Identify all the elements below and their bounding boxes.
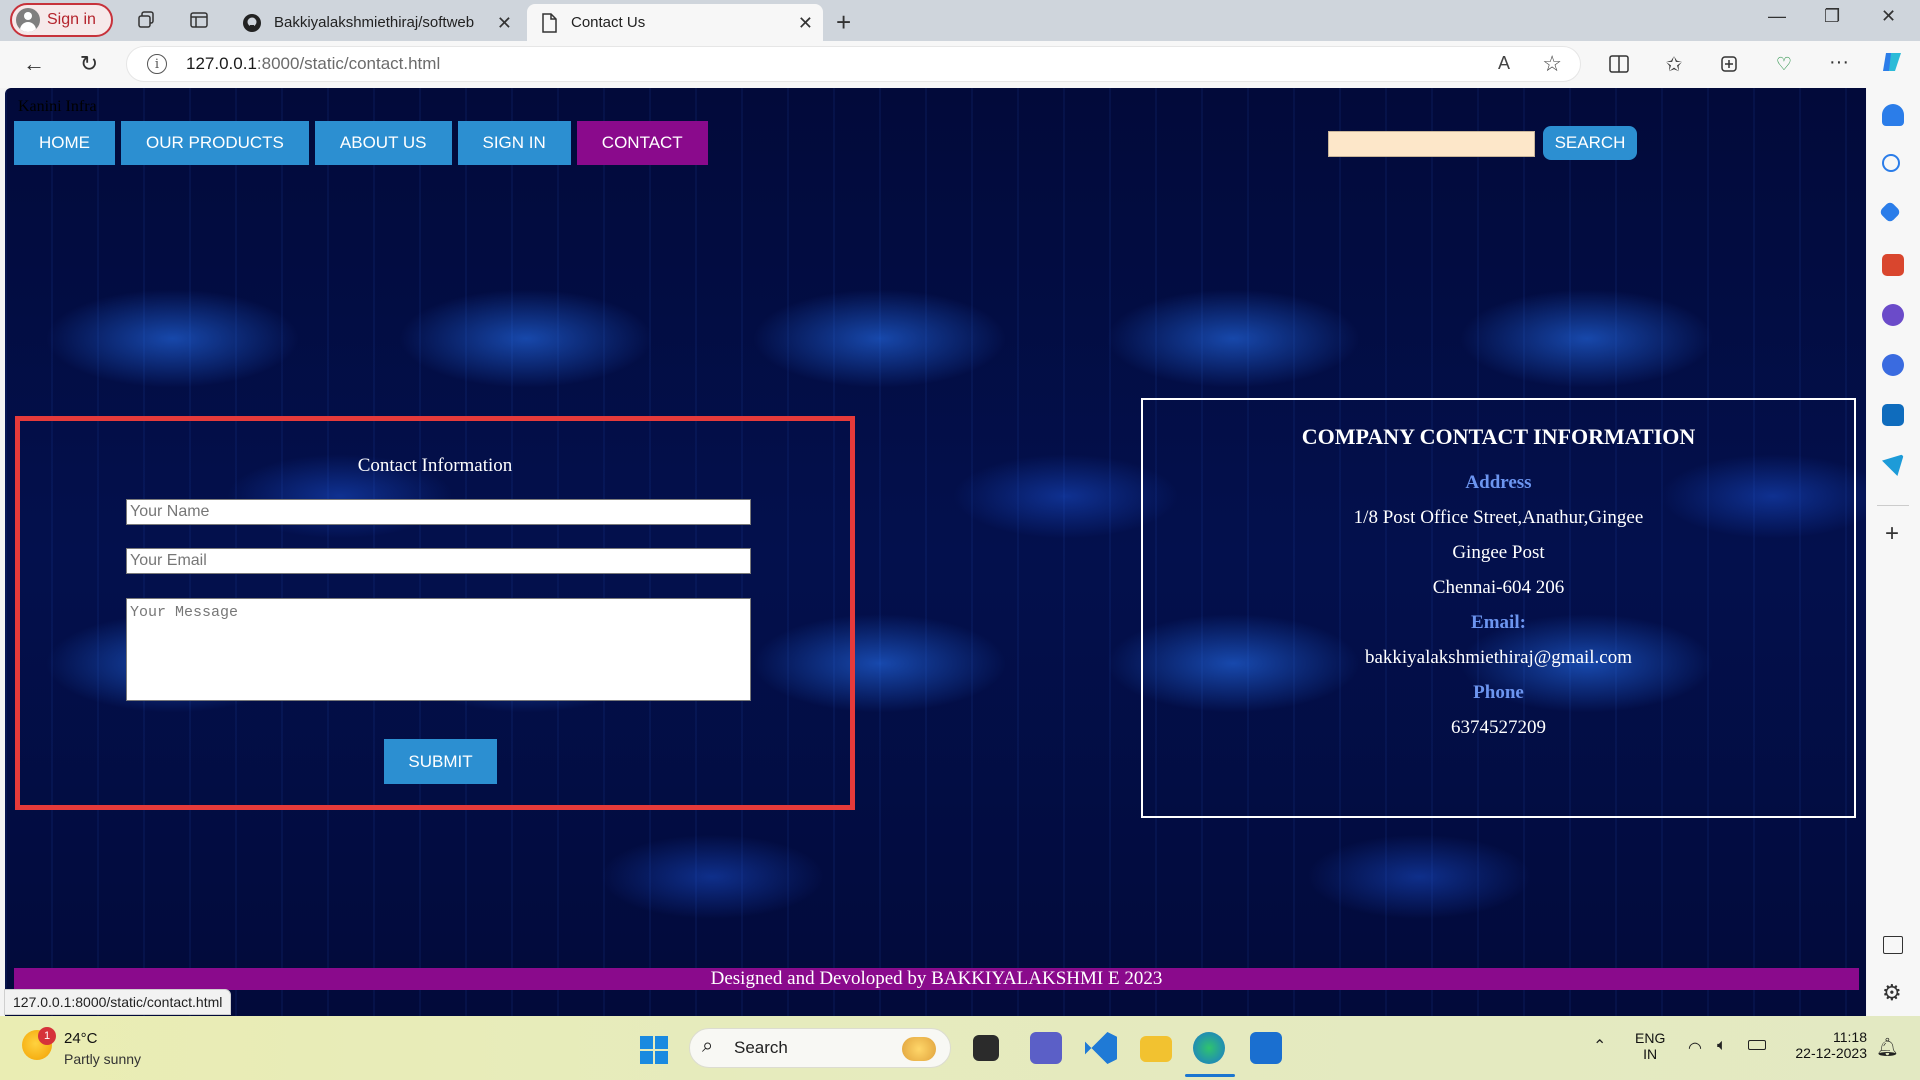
close-tab-icon[interactable]: ✕ — [497, 13, 512, 34]
favorite-star-icon[interactable]: ☆ — [1542, 51, 1562, 77]
chevron-up-icon[interactable]: ⌃ — [1593, 1036, 1606, 1056]
page-icon — [539, 12, 559, 33]
split-screen-icon[interactable] — [1607, 52, 1631, 76]
email-heading: Email: — [1471, 612, 1526, 633]
nav-about-us[interactable]: ABOUT US — [314, 121, 452, 165]
weather-badge: 1 — [38, 1027, 56, 1045]
browser-essentials-icon[interactable]: ♡ — [1772, 52, 1796, 76]
address-line-3: Chennai-604 206 — [1432, 577, 1565, 598]
clock[interactable]: 11:18 22-12-2023 — [1787, 1029, 1867, 1061]
search-sidebar-icon[interactable] — [1882, 154, 1900, 172]
edge-browser-icon[interactable] — [1193, 1032, 1225, 1064]
nav-home[interactable]: HOME — [14, 121, 115, 165]
edge-sidebar: + ⚙ — [1867, 88, 1920, 1016]
windows-taskbar: 1 24°C Partly sunny ⌕ Search ⌃ ENG IN ◠ 🔈… — [0, 1016, 1920, 1080]
games-icon[interactable] — [1882, 304, 1904, 326]
battery-icon[interactable] — [1748, 1040, 1766, 1050]
contact-form: Contact Information Your Name Your Email… — [15, 416, 855, 810]
sidebar-divider — [1877, 505, 1909, 506]
page-viewport: Kanini Infra HOME OUR PRODUCTS ABOUT US … — [5, 88, 1866, 1016]
address-line-1: 1/8 Post Office Street,Anathur,Gingee — [1353, 507, 1644, 528]
address-heading: Address — [1465, 472, 1532, 493]
microsoft-365-icon[interactable] — [1882, 354, 1904, 376]
link-status-bar: 127.0.0.1:8000/static/contact.html — [4, 989, 232, 1015]
address-line-2: Gingee Post — [1452, 542, 1545, 563]
nav-our-products[interactable]: OUR PRODUCTS — [121, 121, 309, 165]
shopping-tag-icon[interactable] — [1878, 200, 1902, 224]
read-aloud-icon[interactable]: A — [1498, 53, 1510, 74]
main-nav: HOME OUR PRODUCTS ABOUT US SIGN IN CONTA… — [14, 121, 714, 165]
send-icon[interactable] — [1882, 454, 1904, 476]
url-bar[interactable]: i 127.0.0.1:8000/static/contact.html A ☆ — [126, 46, 1581, 82]
phone-heading: Phone — [1473, 682, 1524, 703]
more-menu-icon[interactable]: ··· — [1827, 50, 1851, 74]
task-view-icon[interactable] — [973, 1035, 999, 1061]
profile-avatar-icon — [16, 8, 40, 32]
file-explorer-icon[interactable] — [1140, 1036, 1172, 1062]
settings-gear-icon[interactable]: ⚙ — [1882, 980, 1902, 1006]
signin-label: Sign in — [47, 11, 96, 28]
volume-icon[interactable]: 🔈︎ — [1717, 1037, 1727, 1055]
vscode-icon[interactable] — [1085, 1032, 1117, 1064]
form-title: Contact Information — [357, 455, 513, 476]
active-app-indicator — [1185, 1074, 1235, 1077]
teams-icon[interactable] — [1030, 1032, 1062, 1064]
search-icon: ⌕ — [702, 1035, 714, 1057]
site-name: Kanini Infra — [18, 98, 97, 115]
email-field[interactable]: Your Email — [126, 548, 751, 574]
submit-button[interactable]: SUBMIT — [384, 739, 497, 784]
language-indicator[interactable]: ENG IN — [1635, 1030, 1665, 1062]
copilot-icon[interactable] — [1880, 50, 1904, 74]
company-email: bakkiyalakshmiethiraj@gmail.com — [1364, 647, 1633, 668]
nav-contact[interactable]: CONTACT — [576, 121, 708, 165]
tab-label: Contact Us — [571, 14, 646, 31]
minimize-icon[interactable]: — — [1768, 6, 1786, 27]
search-input[interactable] — [1328, 131, 1535, 157]
tab-github[interactable]: Bakkiyalakshmiethiraj/softweb ✕ — [230, 4, 522, 41]
notifications-bell-icon[interactable] — [1882, 104, 1904, 126]
search-button[interactable]: SEARCH — [1543, 126, 1637, 160]
github-icon — [242, 13, 262, 33]
weather-temperature[interactable]: 24°C — [64, 1030, 98, 1047]
tab-label: Bakkiyalakshmiethiraj/softweb — [274, 14, 475, 31]
tab-contact-us[interactable]: Contact Us ✕ — [527, 4, 823, 41]
notification-bell-icon[interactable]: 🔔︎ — [1876, 1037, 1899, 1058]
taskbar-search[interactable]: ⌕ Search — [689, 1028, 951, 1068]
back-icon[interactable]: ← — [22, 51, 46, 76]
browser-tab-bar: Sign in Bakkiyalakshmiethiraj/softweb ✕ … — [0, 0, 1920, 41]
site-info-icon[interactable]: i — [147, 54, 167, 74]
close-window-icon[interactable]: ✕ — [1881, 6, 1896, 27]
windows-start-icon[interactable] — [640, 1036, 668, 1064]
new-tab-icon[interactable]: + — [836, 7, 851, 38]
store-icon[interactable] — [1250, 1032, 1282, 1064]
company-title: COMPANY CONTACT INFORMATION — [1301, 424, 1696, 449]
company-phone: 6374527209 — [1451, 717, 1546, 738]
weather-condition[interactable]: Partly sunny — [64, 1051, 141, 1067]
profile-signin-button[interactable]: Sign in — [10, 3, 113, 37]
wifi-icon[interactable]: ◠ — [1688, 1038, 1702, 1058]
workspaces-icon[interactable] — [134, 8, 158, 32]
favorites-icon[interactable]: ✩ — [1662, 52, 1686, 76]
refresh-icon[interactable]: ↻ — [77, 51, 101, 76]
nav-sign-in[interactable]: SIGN IN — [457, 121, 571, 165]
name-field[interactable]: Your Name — [126, 499, 751, 525]
address-bar-row: ← ↻ i 127.0.0.1:8000/static/contact.html… — [0, 41, 1920, 88]
url-text: 127.0.0.1:8000/static/contact.html — [186, 54, 441, 73]
close-tab-icon[interactable]: ✕ — [798, 13, 813, 34]
collections-icon[interactable] — [1717, 52, 1741, 76]
sidebar-toggle-icon[interactable] — [1883, 936, 1903, 954]
outlook-icon[interactable] — [1882, 404, 1904, 426]
message-field[interactable]: Your Message — [126, 598, 751, 701]
tools-icon[interactable] — [1882, 254, 1904, 276]
search-highlight-icon — [902, 1037, 936, 1061]
add-sidebar-icon[interactable]: + — [1885, 520, 1899, 548]
tab-actions-icon[interactable] — [187, 8, 211, 32]
page-footer: Designed and Devoloped by BAKKIYALAKSHMI… — [14, 968, 1859, 990]
company-contact-info: COMPANY CONTACT INFORMATION Address 1/8 … — [1141, 398, 1856, 818]
restore-icon[interactable]: ❐ — [1824, 6, 1840, 27]
taskbar-search-label: Search — [734, 1038, 788, 1057]
